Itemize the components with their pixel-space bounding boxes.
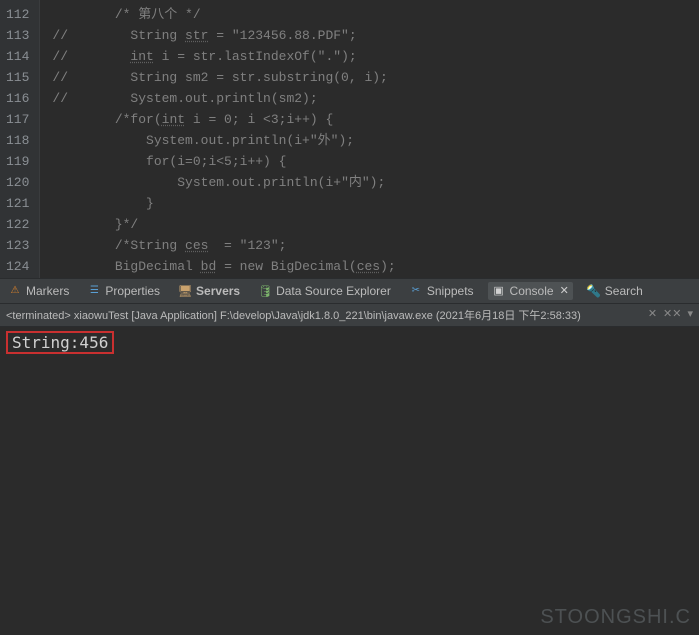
database-icon: 🛢 [258, 284, 272, 298]
servers-icon: 🖥 [178, 284, 192, 298]
code-line[interactable]: // String sm2 = str.substring(0, i); [52, 67, 699, 88]
views-tabbar[interactable]: ⚠ Markers ☰ Properties 🖥 Servers 🛢 Data Source … [0, 278, 699, 304]
line-number: 120 [6, 172, 29, 193]
tab-label: Snippets [427, 284, 474, 298]
search-icon: 🔦 [587, 284, 601, 298]
code-line[interactable]: /*String ces = "123"; [52, 235, 699, 256]
line-number: 118 [6, 130, 29, 151]
console-toolbar[interactable]: ✕ ✕✕ ▾ [648, 307, 693, 323]
console-icon: ▣ [492, 284, 506, 298]
tab-label: Properties [105, 284, 160, 298]
line-number: 119 [6, 151, 29, 172]
tab-label: Servers [196, 284, 240, 298]
tab-label: Markers [26, 284, 69, 298]
tab-data source explorer[interactable]: 🛢 Data Source Explorer [254, 282, 395, 300]
tab-markers[interactable]: ⚠ Markers [4, 282, 73, 300]
line-number: 113 [6, 25, 29, 46]
tab-snippets[interactable]: ✂ Snippets [405, 282, 478, 300]
line-number: 117 [6, 109, 29, 130]
terminated-label: <terminated> xiaowuTest [Java Applicatio… [6, 307, 581, 323]
console-panel[interactable]: String:456 [0, 327, 699, 635]
code-line[interactable]: BigDecimal bd = new BigDecimal(ces); [52, 256, 699, 277]
more-icon[interactable]: ▾ [687, 307, 693, 323]
line-number: 121 [6, 193, 29, 214]
properties-icon: ☰ [87, 284, 101, 298]
code-line[interactable]: }*/ [52, 214, 699, 235]
code-line[interactable]: for(i=0;i<5;i++) { [52, 151, 699, 172]
close-icon[interactable]: ✕ [560, 284, 569, 297]
line-number: 114 [6, 46, 29, 67]
tab-label: Search [605, 284, 643, 298]
code-line[interactable]: System.out.println(i+"内"); [52, 172, 699, 193]
tab-label: Console [510, 284, 554, 298]
line-number: 123 [6, 235, 29, 256]
tab-properties[interactable]: ☰ Properties [83, 282, 164, 300]
line-gutter: 1121131141151161171181191201211221231241… [0, 0, 40, 278]
line-number: 115 [6, 67, 29, 88]
snippets-icon: ✂ [409, 284, 423, 298]
tab-label: Data Source Explorer [276, 284, 391, 298]
code-line[interactable]: // String str = "123456.88.PDF"; [52, 25, 699, 46]
code-line[interactable]: System.out.println(i+"外"); [52, 130, 699, 151]
tab-console[interactable]: ▣ Console ✕ [488, 282, 573, 300]
console-output: String:456 [6, 331, 114, 354]
line-number: 122 [6, 214, 29, 235]
line-number: 116 [6, 88, 29, 109]
tab-search[interactable]: 🔦 Search [583, 282, 647, 300]
code-line[interactable]: /*for(int i = 0; i <3;i++) { [52, 109, 699, 130]
remove-all-icon[interactable]: ✕✕ [663, 307, 681, 323]
console-status: <terminated> xiaowuTest [Java Applicatio… [0, 304, 699, 327]
code-area[interactable]: /* 第八个 */// String str = "123456.88.PDF"… [40, 0, 699, 278]
line-number: 112 [6, 4, 29, 25]
markers-icon: ⚠ [8, 284, 22, 298]
line-number: 124 [6, 256, 29, 277]
code-line[interactable]: // System.out.println(sm2); [52, 88, 699, 109]
code-editor[interactable]: 1121131141151161171181191201211221231241… [0, 0, 699, 278]
tab-servers[interactable]: 🖥 Servers [174, 282, 244, 300]
code-line[interactable]: /* 第八个 */ [52, 4, 699, 25]
code-line[interactable]: // int i = str.lastIndexOf("."); [52, 46, 699, 67]
remove-launch-icon[interactable]: ✕ [648, 307, 657, 323]
code-line[interactable]: } [52, 193, 699, 214]
